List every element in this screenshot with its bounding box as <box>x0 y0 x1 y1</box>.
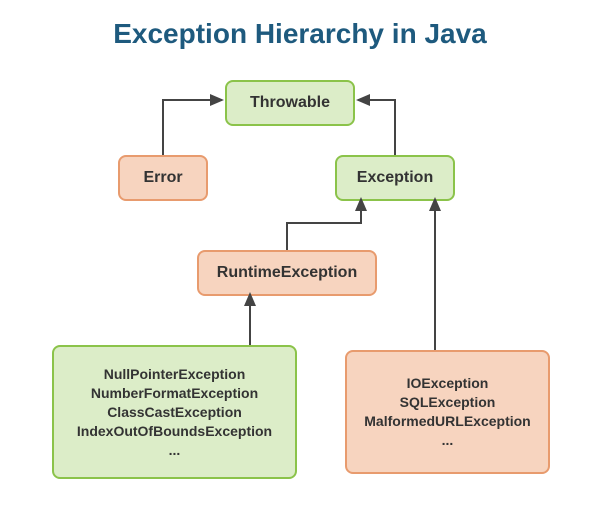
node-exception: Exception <box>335 155 455 201</box>
node-runtime-subclasses: NullPointerExceptionNumberFormatExceptio… <box>52 345 297 479</box>
diagram-title: Exception Hierarchy in Java <box>0 18 600 50</box>
node-throwable: Throwable <box>225 80 355 126</box>
node-error: Error <box>118 155 208 201</box>
node-checked-subclasses: IOExceptionSQLExceptionMalformedURLExcep… <box>345 350 550 474</box>
node-runtime-exception: RuntimeException <box>197 250 377 296</box>
